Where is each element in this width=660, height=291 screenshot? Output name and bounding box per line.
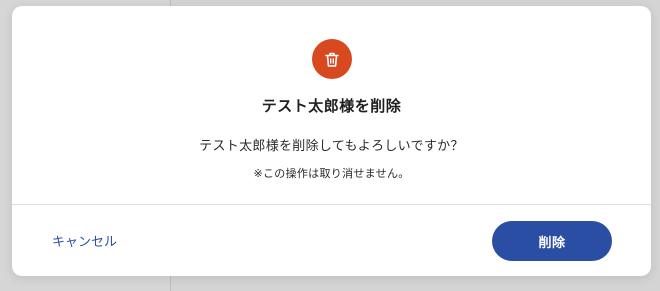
dialog-message: テスト太郎様を削除してもよろしいですか？ (199, 139, 464, 154)
delete-button[interactable]: 削除 (492, 221, 612, 261)
dialog-note: ※この操作は取り消せません。 (253, 167, 410, 180)
dialog-title: テスト太郎様を削除 (261, 97, 402, 115)
dialog-divider (12, 204, 651, 205)
trash-icon (325, 52, 339, 67)
cancel-button[interactable]: キャンセル (40, 227, 129, 253)
delete-confirm-dialog: テスト太郎様を削除 テスト太郎様を削除してもよろしいですか？ ※この操作は取り消… (12, 6, 651, 276)
trash-icon-badge (312, 39, 352, 79)
